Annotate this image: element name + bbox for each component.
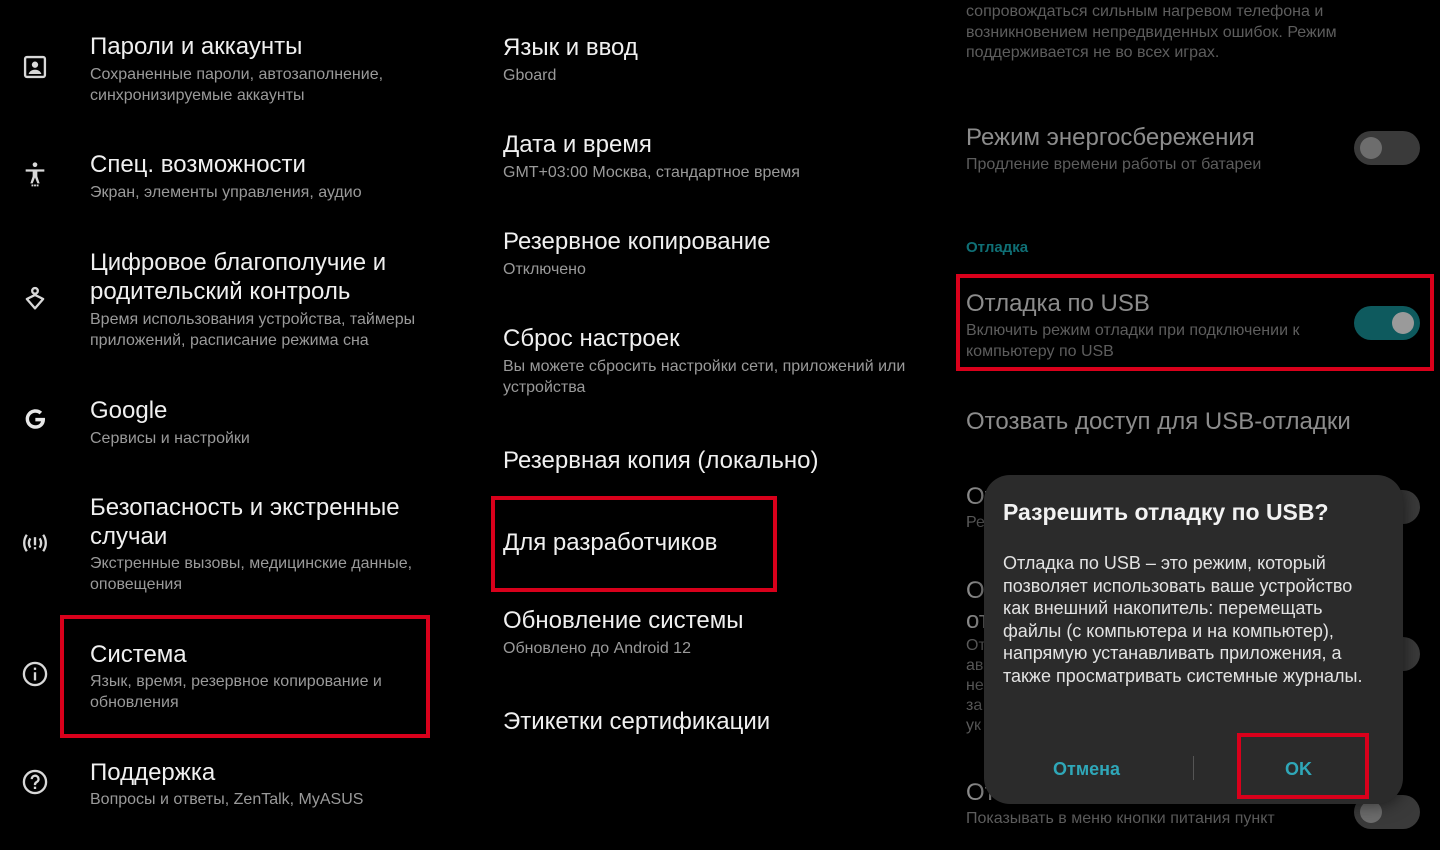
item-subtitle: Вы можете сбросить настройки сети, прило… — [503, 358, 906, 396]
item-subtitle: Экран, элементы управления, аудио — [90, 184, 362, 201]
item-title: Пароли и аккаунты — [90, 33, 303, 60]
accessibility-icon — [18, 157, 52, 191]
google-icon — [18, 402, 52, 436]
hidden-row-c-line4: за — [966, 697, 983, 714]
item-title: Резервная копия (локально) — [503, 447, 819, 474]
item-title: Цифровое благополучие и родительский кон… — [90, 249, 387, 305]
highlight-system — [60, 615, 430, 738]
settings-item-google[interactable]: Google Сервисы и настройки — [0, 392, 480, 462]
item-title: Обновление системы — [503, 607, 744, 634]
power-saving-toggle[interactable] — [1354, 131, 1420, 165]
item-subtitle: Сервисы и настройки — [90, 430, 250, 447]
item-title: Язык и ввод — [503, 34, 638, 61]
system-settings-list: Язык и ввод Gboard Дата и время GMT+03:0… — [480, 0, 950, 850]
item-title: Отозвать доступ для USB-отладки — [966, 408, 1351, 435]
cancel-button[interactable]: Отмена — [1053, 759, 1120, 780]
item-subtitle: Экстренные вызовы, медицинские данные, о… — [90, 555, 413, 593]
game-mode-description: сопровождаться сильным нагревом телефона… — [966, 3, 1337, 61]
hidden-row-c-line3: не — [966, 677, 984, 694]
item-title: Безопасность и экстренные случаи — [90, 494, 400, 550]
settings-item-passwords-accounts[interactable]: Пароли и аккаунты Сохраненные пароли, ав… — [0, 28, 480, 118]
settings-item-date-time[interactable]: Дата и время GMT+03:00 Москва, стандартн… — [480, 127, 950, 197]
item-subtitle: GMT+03:00 Москва, стандартное время — [503, 164, 800, 181]
hidden-row-a-sub: Ре — [966, 514, 985, 531]
settings-item-system-update[interactable]: Обновление системы Обновлено до Android … — [480, 603, 950, 673]
highlight-usb-debugging — [956, 274, 1434, 371]
settings-item-language-input[interactable]: Язык и ввод Gboard — [480, 30, 950, 100]
help-icon — [18, 765, 52, 799]
settings-item-local-backup[interactable]: Резервная копия (локально) — [480, 443, 950, 493]
dialog-message: Отладка по USB – это режим, который позв… — [1003, 553, 1363, 686]
item-subtitle: Время использования устройства, таймеры … — [90, 311, 416, 349]
settings-item-backup[interactable]: Резервное копирование Отключено — [480, 224, 950, 294]
settings-item-certification[interactable]: Этикетки сертификации — [480, 704, 950, 754]
item-title: Этикетки сертификации — [503, 708, 771, 735]
settings-item-safety-emergency[interactable]: Безопасность и экстренные случаи Экстрен… — [0, 489, 480, 609]
settings-item-support[interactable]: Поддержка Вопросы и ответы, ZenTalk, MyA… — [0, 754, 480, 824]
item-subtitle: Gboard — [503, 67, 557, 84]
revoke-usb-debugging-row[interactable]: Отозвать доступ для USB-отладки — [950, 404, 1440, 444]
account-box-icon — [18, 50, 52, 84]
item-subtitle: Обновлено до Android 12 — [503, 640, 691, 657]
button-divider — [1193, 756, 1194, 780]
item-subtitle: Отключено — [503, 261, 586, 278]
hidden-row-c-line5: ук — [966, 717, 981, 734]
emergency-icon — [18, 526, 52, 560]
item-subtitle: Сохраненные пароли, автозаполнение, синх… — [90, 66, 384, 104]
wellbeing-icon — [18, 282, 52, 316]
item-title: Резервное копирование — [503, 228, 771, 255]
info-icon — [18, 657, 52, 691]
item-title: Спец. возможности — [90, 151, 306, 178]
hidden-row-c-line1: От — [966, 637, 986, 654]
settings-main-list: Пароли и аккаунты Сохраненные пароли, ав… — [0, 0, 480, 850]
power-saving-row[interactable]: Режим энергосбережения Продление времени… — [950, 118, 1440, 188]
item-subtitle: Продление времени работы от батареи — [966, 156, 1262, 173]
hidden-row-c-line2: ав — [966, 657, 984, 674]
debugging-section-header: Отладка — [966, 239, 1029, 256]
hidden-row-d-sub: Показывать в меню кнопки питания пункт — [966, 810, 1275, 827]
item-title: Режим энергосбережения — [966, 124, 1255, 151]
item-title: Сброс настроек — [503, 325, 680, 352]
item-subtitle: Вопросы и ответы, ZenTalk, MyASUS — [90, 791, 364, 808]
highlight-ok-button — [1237, 733, 1369, 799]
highlight-developer-options — [491, 496, 777, 592]
item-title: Дата и время — [503, 131, 652, 158]
item-title: Поддержка — [90, 759, 216, 786]
item-title: Google — [90, 397, 168, 424]
settings-item-reset[interactable]: Сброс настроек Вы можете сбросить настро… — [480, 321, 950, 411]
settings-item-accessibility[interactable]: Спец. возможности Экран, элементы управл… — [0, 146, 480, 216]
settings-item-digital-wellbeing[interactable]: Цифровое благополучие и родительский кон… — [0, 244, 480, 364]
dialog-title: Разрешить отладку по USB? — [1003, 499, 1329, 525]
